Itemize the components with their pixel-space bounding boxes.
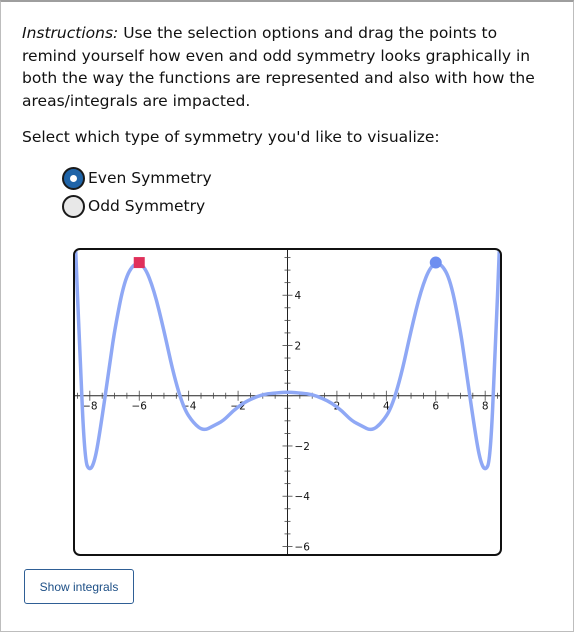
- y-tick-label: 4: [295, 290, 302, 302]
- instructions-lead: Instructions:: [22, 24, 119, 42]
- radio-option-odd[interactable]: Odd Symmetry: [62, 194, 205, 218]
- y-tick-label: −2: [295, 441, 310, 453]
- radio-label-even: Even Symmetry: [88, 169, 212, 187]
- radio-label-odd: Odd Symmetry: [88, 197, 206, 215]
- x-tick-label: −6: [132, 401, 148, 413]
- instructions-text: Instructions: Use the selection options …: [22, 22, 542, 112]
- symmetry-question: Select which type of symmetry you'd like…: [22, 128, 440, 146]
- radio-button-even[interactable]: [62, 166, 85, 190]
- show-integrals-button[interactable]: Show integrals: [24, 569, 134, 604]
- drag-point-right[interactable]: [429, 256, 442, 269]
- radio-selected-dot: [70, 174, 77, 182]
- y-tick-label: −6: [295, 541, 311, 553]
- function-graph[interactable]: −8 −6 −4 −2 2 4 6 8 −6 −4 −2 2 4: [73, 248, 502, 556]
- y-tick-label: −4: [295, 491, 311, 503]
- y-tick-label: 2: [295, 340, 302, 352]
- x-tick-label: −8: [82, 401, 97, 413]
- x-tick-label: 8: [482, 401, 489, 413]
- x-tick-label: 6: [432, 401, 439, 413]
- radio-button-odd[interactable]: [62, 194, 85, 218]
- drag-point-left[interactable]: [133, 257, 145, 269]
- graph-canvas[interactable]: −8 −6 −4 −2 2 4 6 8−6−4−224: [75, 250, 500, 554]
- radio-option-even[interactable]: Even Symmetry: [62, 166, 212, 190]
